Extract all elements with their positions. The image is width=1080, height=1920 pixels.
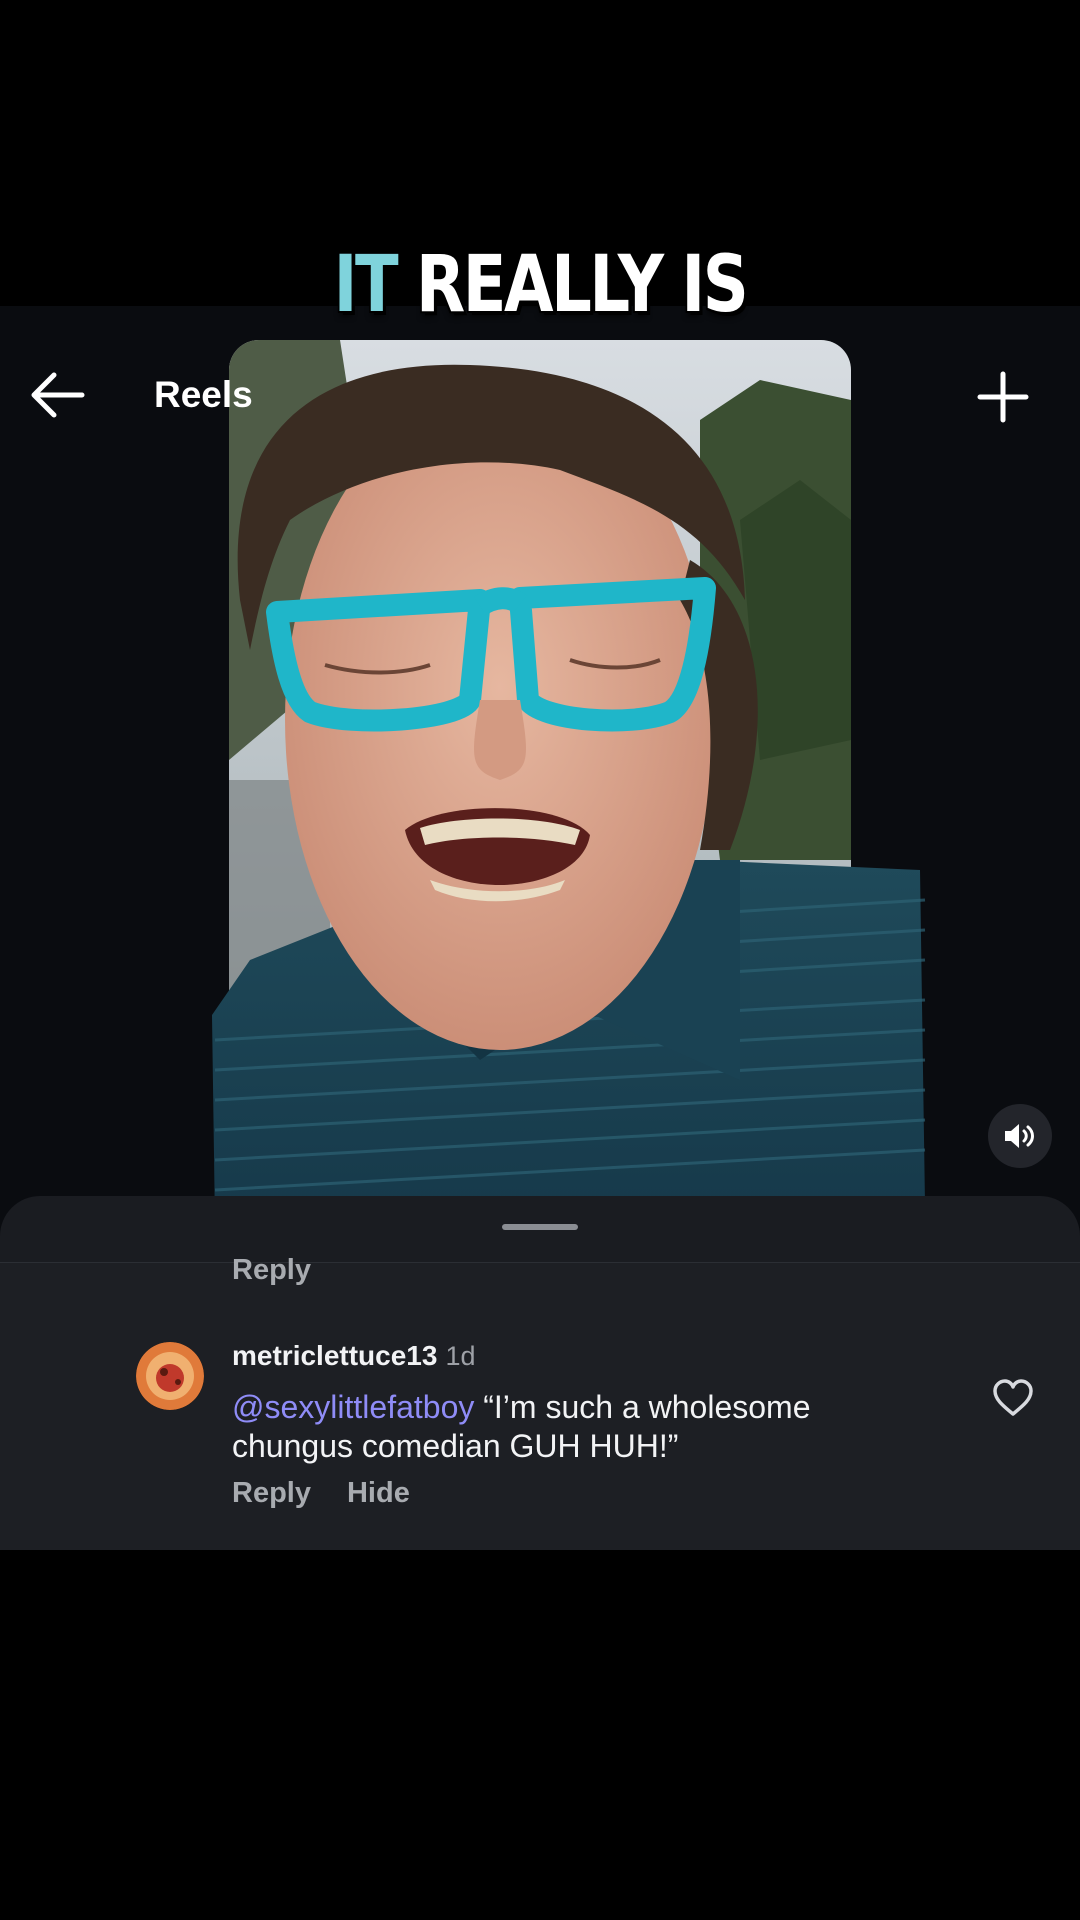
sound-toggle-button[interactable] bbox=[988, 1104, 1052, 1168]
speaker-on-icon bbox=[1005, 1124, 1034, 1148]
comment-actions: Reply Hide bbox=[232, 1477, 446, 1510]
bottom-letterbox bbox=[0, 1550, 1080, 1920]
reels-header: Reels bbox=[0, 360, 1080, 432]
reply-button[interactable]: Reply bbox=[232, 1477, 311, 1509]
caption-highlight: IT bbox=[333, 240, 399, 330]
comment-timestamp: 1d bbox=[445, 1341, 476, 1371]
avatar[interactable] bbox=[136, 1342, 204, 1410]
comment-mention[interactable]: @sexylittlefatboy bbox=[232, 1389, 474, 1425]
previous-comment-reply-button[interactable]: Reply bbox=[232, 1254, 311, 1287]
plus-icon[interactable] bbox=[976, 370, 1030, 424]
comment-username[interactable]: metriclettuce13 bbox=[232, 1340, 437, 1371]
page-title: Reels bbox=[154, 374, 253, 415]
sheet-drag-handle[interactable] bbox=[502, 1224, 578, 1230]
heart-outline-icon[interactable] bbox=[992, 1378, 1034, 1418]
comment-body: @sexylittlefatboy “I’m such a wholesome … bbox=[232, 1388, 912, 1466]
hide-button[interactable]: Hide bbox=[347, 1477, 410, 1509]
arrow-left-icon[interactable] bbox=[28, 370, 86, 420]
caption-text: REALLY IS bbox=[416, 240, 749, 330]
video-caption-overlay: IT REALLY IS bbox=[97, 240, 983, 330]
video-frame[interactable] bbox=[229, 340, 851, 1240]
comment-header: metriclettuce13 1d bbox=[232, 1340, 475, 1372]
